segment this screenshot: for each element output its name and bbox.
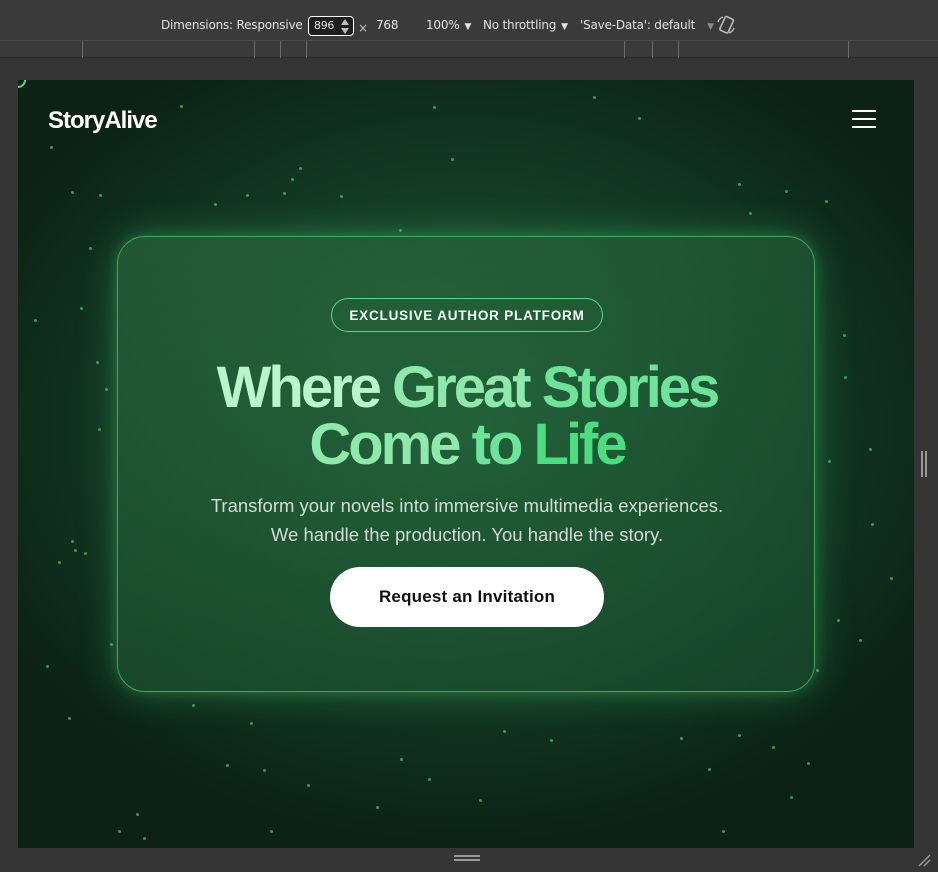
- hero-subtext: Transform your novels into immersive mul…: [118, 491, 816, 549]
- width-input[interactable]: 896: [308, 16, 354, 36]
- zoom-label: 100%: [426, 18, 460, 32]
- ruler-marker: [254, 41, 255, 58]
- chevron-down-icon: ▼: [707, 22, 714, 32]
- brand-logo[interactable]: StoryAlive: [48, 107, 158, 135]
- headline-word: Great: [392, 355, 532, 420]
- throttling-label: No throttling: [483, 18, 557, 32]
- corner-resize-icon[interactable]: [917, 852, 931, 867]
- hero-card: EXCLUSIVE AUTHOR PLATFORM Where Great St…: [117, 236, 815, 692]
- ruler-marker: [848, 41, 849, 58]
- subtext-line-2: We handle the production. You handle the…: [270, 524, 664, 545]
- ruler-marker: [82, 41, 83, 58]
- ruler-marker: [624, 41, 625, 58]
- ruler-marker: [306, 41, 307, 58]
- device-toolbar-row: Dimensions: Responsive▼ 896 × 768 100%▼ …: [0, 13, 938, 39]
- bottom-resize-handle[interactable]: [454, 855, 480, 861]
- hamburger-menu-icon[interactable]: [852, 109, 876, 129]
- headline-word: Life: [533, 412, 628, 477]
- chevron-down-icon: ▼: [561, 22, 568, 32]
- ruler-marker: [678, 41, 679, 58]
- headline-word: Come: [309, 412, 461, 477]
- spinner-icon[interactable]: [340, 18, 350, 34]
- right-resize-handle[interactable]: [921, 451, 927, 477]
- times-separator: ×: [358, 21, 369, 35]
- ruler-marker: [652, 41, 653, 58]
- headline-line-2: Come to Life: [118, 416, 816, 474]
- save-data-dropdown[interactable]: 'Save-Data': default ▼: [580, 18, 714, 32]
- zoom-dropdown[interactable]: 100% ▼: [426, 18, 471, 32]
- chevron-down-icon: ▼: [464, 22, 472, 32]
- width-value: 896: [314, 19, 335, 32]
- ruler-marker: [280, 41, 281, 58]
- request-invitation-button[interactable]: Request an Invitation: [330, 567, 604, 627]
- headline-word: Where: [216, 355, 382, 420]
- cursor-indicator: [18, 80, 26, 88]
- media-query-ruler[interactable]: [0, 40, 938, 58]
- hero-headline: Where Great Stories Come to Life: [118, 359, 816, 474]
- save-data-label: 'Save-Data': default: [580, 18, 696, 32]
- page-viewport: StoryAlive EXCLUSIVE AUTHOR PLATFORM Whe…: [18, 80, 914, 848]
- dimensions-label: Dimensions: Responsive: [161, 18, 303, 32]
- headline-word: to: [471, 412, 524, 477]
- headline-word: Stories: [541, 355, 721, 420]
- throttling-dropdown[interactable]: No throttling ▼: [483, 18, 568, 32]
- device-toolbar: Dimensions: Responsive▼ 896 × 768 100%▼ …: [0, 0, 938, 58]
- headline-line-1: Where Great Stories: [118, 359, 816, 417]
- platform-badge: EXCLUSIVE AUTHOR PLATFORM: [331, 298, 603, 332]
- dimensions-dropdown[interactable]: Dimensions: Responsive▼: [161, 18, 315, 32]
- rotate-device-icon[interactable]: [715, 14, 737, 36]
- height-input[interactable]: 768: [376, 18, 399, 32]
- subtext-line-1: Transform your novels into immersive mul…: [210, 495, 724, 516]
